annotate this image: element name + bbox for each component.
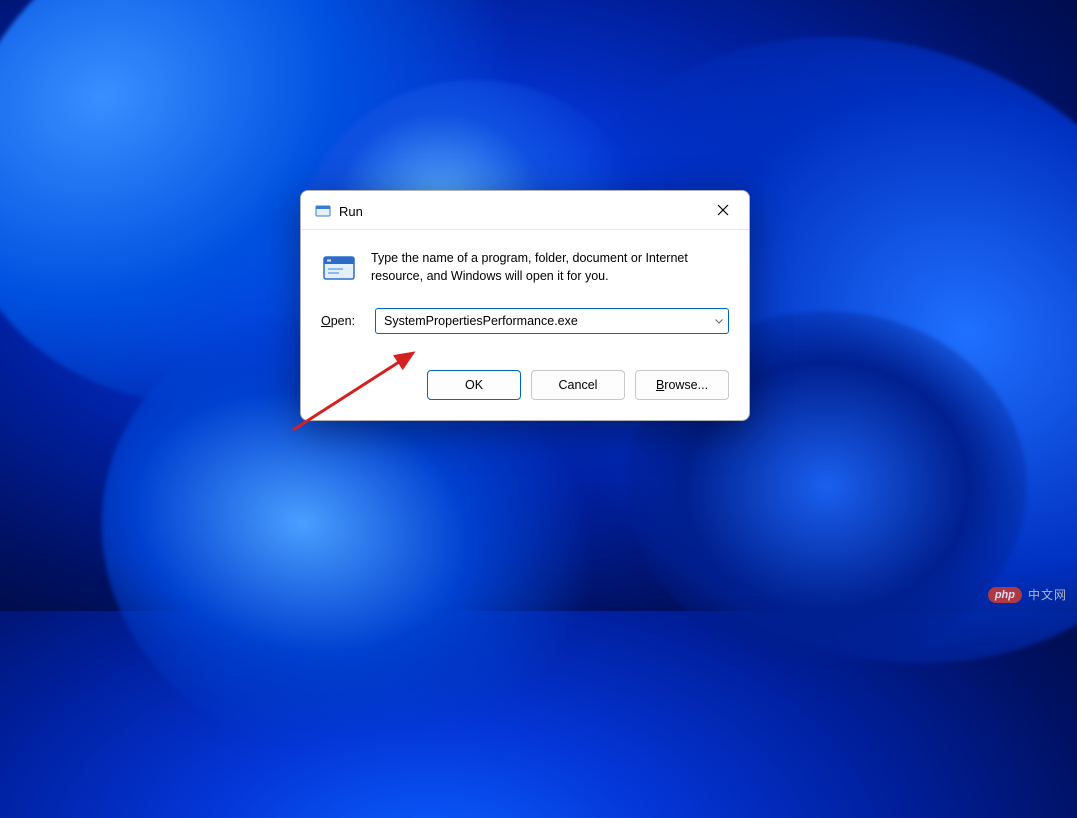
watermark-logo: php [988,587,1022,603]
watermark: php 中文网 [988,586,1067,603]
button-row: OK Cancel Browse... [301,370,749,420]
open-input[interactable] [375,308,729,334]
titlebar-left: Run [315,203,363,219]
close-button[interactable] [711,199,735,223]
close-icon [717,203,729,219]
watermark-text: 中文网 [1028,586,1067,603]
description-row: Type the name of a program, folder, docu… [321,250,729,286]
input-row: Open: [321,308,729,334]
open-combobox[interactable] [375,308,729,334]
run-dialog: Run Type the name of a p [300,190,750,421]
cancel-button[interactable]: Cancel [531,370,625,400]
dialog-title: Run [339,204,363,219]
titlebar[interactable]: Run [301,191,749,230]
dialog-description: Type the name of a program, folder, docu… [371,250,729,286]
open-label: Open: [321,314,359,328]
browse-button[interactable]: Browse... [635,370,729,400]
ok-button[interactable]: OK [427,370,521,400]
run-icon [315,203,331,219]
dialog-content: Type the name of a program, folder, docu… [301,230,749,370]
run-app-icon [321,250,357,286]
